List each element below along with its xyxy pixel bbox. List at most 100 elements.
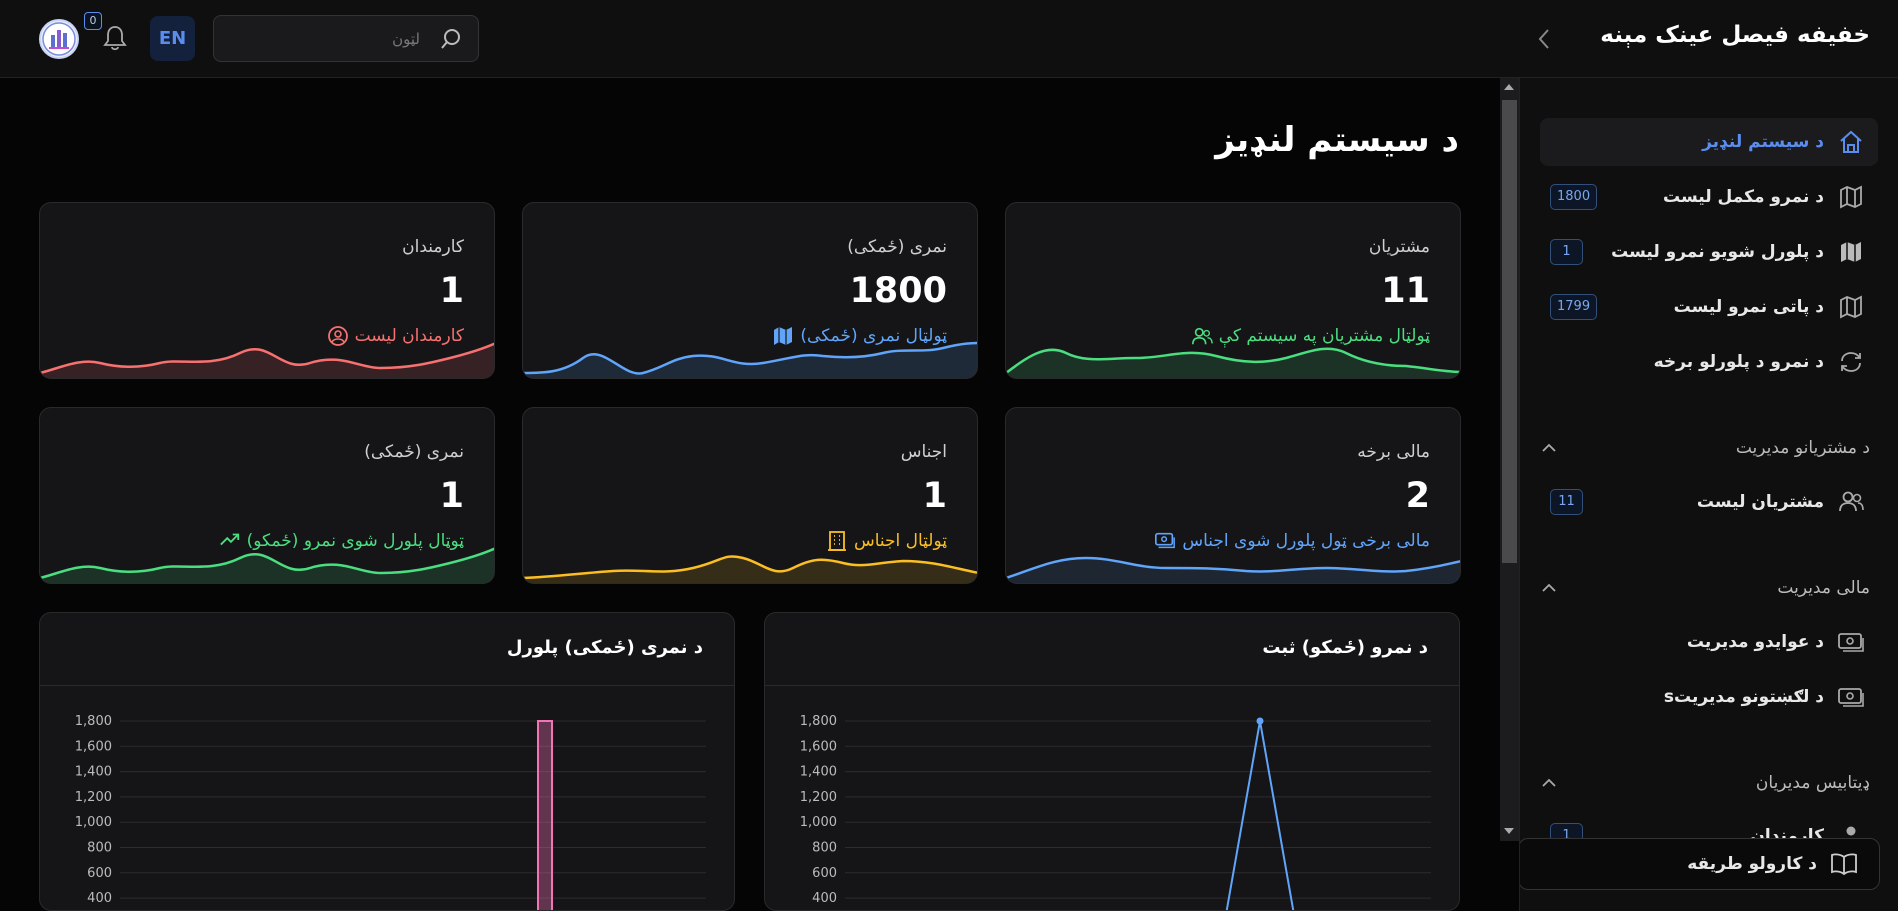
stat-card-plots[interactable]: نمری (ځمکی) 1800 ټولټال نمری (ځمکی) <box>522 202 978 379</box>
scroll-thumb[interactable] <box>1502 100 1517 563</box>
main-scrollbar[interactable] <box>1500 78 1519 841</box>
y-tick-label: 600 <box>87 866 112 881</box>
sidebar-item-remaining-plots[interactable]: د پاتی نمرو لیست 1799 <box>1540 283 1878 331</box>
stat-card-finance[interactable]: مالی برخه 2 مالی برخی ټول پلورل شوی اجنا… <box>1005 407 1461 584</box>
language-toggle-button[interactable]: EN <box>150 16 195 61</box>
chevron-up-icon <box>1542 443 1556 452</box>
sparkline <box>523 555 977 583</box>
sidebar-item-sell-plots[interactable]: د نمرو د پلورلو برخه <box>1540 338 1878 386</box>
chevron-up-icon <box>1542 583 1556 592</box>
bar <box>537 720 553 910</box>
section-title: د مشتریانو مدیریت <box>1735 438 1870 458</box>
series-line <box>1225 720 1295 910</box>
sparkline <box>40 342 494 378</box>
map-filled-icon <box>1836 237 1866 267</box>
search-icon <box>441 29 460 49</box>
sidebar-item-customers[interactable]: مشتریان لیست 11 <box>1540 478 1878 526</box>
money-icon <box>1836 682 1866 712</box>
count-badge: 11 <box>1550 489 1583 515</box>
y-tick-label: 1,800 <box>800 714 837 729</box>
sidebar-item-expenses[interactable]: د لګښتونو مدیریتs <box>1540 673 1878 721</box>
chart-panel-plot-sales: د نمری (ځمکی) پلورل 1,800 1,600 1,400 1,200… <box>39 612 735 911</box>
count-badge: 1800 <box>1550 184 1598 210</box>
card-value: 1 <box>439 271 464 311</box>
panel-title: د نمری (ځمکی) پلورل <box>506 637 703 658</box>
sidebar: د سیستم لنډیز د نمرو مکمل لیست 1800 د پل… <box>1519 78 1898 911</box>
sidebar-item-label: د سیستم لنډیز <box>1702 132 1824 152</box>
bar-chart: 1,800 1,600 1,400 1,200 1,000 800 600 400 <box>75 714 706 910</box>
y-tick-label: 1,800 <box>75 714 112 729</box>
sidebar-item-all-plots[interactable]: د نمرو مکمل لیست 1800 <box>1540 173 1878 221</box>
top-bar: خفیفه فیصل عینک مېنه EN 0 <box>0 0 1898 78</box>
card-title: نمری (ځمکی) <box>847 237 947 257</box>
chart-panel-plot-registration: د نمرو (ځمکو) ثبت 1,800 1,600 1,400 1,200 1,… <box>764 612 1460 911</box>
section-finance-toggle[interactable]: مالی مدیریت <box>1540 573 1870 603</box>
notification-count-badge: 0 <box>84 12 102 30</box>
sparkline <box>523 341 977 378</box>
y-tick-label: 1,600 <box>800 739 837 754</box>
stat-card-goods[interactable]: اجناس 1 ټولټال اجناس <box>522 407 978 584</box>
card-title: مشتریان <box>1368 237 1430 257</box>
sidebar-item-income[interactable]: د عوایدو مدیریت <box>1540 618 1878 666</box>
data-point <box>1256 717 1264 725</box>
card-value: 1 <box>922 476 947 516</box>
search-input[interactable] <box>224 24 420 54</box>
search-box[interactable] <box>213 15 479 62</box>
y-tick-label: 400 <box>812 891 837 906</box>
sparkline <box>40 547 494 583</box>
user-guide-label: د کارولو طریقه <box>1687 854 1817 874</box>
sidebar-item-label: د عوایدو مدیریت <box>1686 632 1824 652</box>
y-tick-label: 1,200 <box>800 790 837 805</box>
y-tick-label: 1,200 <box>75 790 112 805</box>
logo-icon <box>42 22 76 56</box>
chevron-left-icon[interactable] <box>1533 26 1555 52</box>
y-tick-label: 1,600 <box>75 739 112 754</box>
sidebar-item-dashboard[interactable]: د سیستم لنډیز <box>1540 118 1878 166</box>
panel-title: د نمرو (ځمکو) ثبت <box>1262 637 1428 658</box>
sparkline <box>1006 347 1460 378</box>
y-tick-label: 400 <box>87 891 112 906</box>
stat-card-employees[interactable]: کارمندان 1 کارمندان لیست <box>39 202 495 379</box>
count-badge: 1 <box>1550 239 1583 265</box>
y-tick-label: 1,400 <box>800 765 837 780</box>
card-value: 1 <box>439 476 464 516</box>
stat-card-customers[interactable]: مشتریان 11 ټولټال مشتریان په سیستم کې <box>1005 202 1461 379</box>
y-tick-label: 1,400 <box>75 765 112 780</box>
bell-icon[interactable] <box>102 24 128 52</box>
users-icon <box>1836 487 1866 517</box>
line-chart: 1,800 1,600 1,400 1,200 1,000 800 600 400 <box>800 714 1431 910</box>
refresh-icon <box>1836 347 1866 377</box>
sidebar-item-label: د نمرو د پلورلو برخه <box>1653 352 1824 372</box>
page-title: د سیستم لنډیز <box>1215 120 1459 160</box>
scroll-down-arrow[interactable] <box>1504 828 1514 834</box>
avatar[interactable] <box>39 19 79 59</box>
book-open-icon <box>1829 849 1859 879</box>
card-title: اجناس <box>900 442 947 462</box>
card-title: کارمندان <box>402 237 464 257</box>
count-badge: 1799 <box>1550 294 1598 320</box>
y-tick-label: 600 <box>812 866 837 881</box>
sidebar-item-sold-plots[interactable]: د پلورل شویو نمرو لیست 1 <box>1540 228 1878 276</box>
card-value: 2 <box>1405 476 1430 516</box>
sidebar-item-label: د لګښتونو مدیریتs <box>1663 687 1824 707</box>
y-tick-label: 800 <box>87 841 112 856</box>
stat-card-sold-plots[interactable]: نمری (ځمکی) 1 ټوټال پلورل شوی نمرو (ځمکو… <box>39 407 495 584</box>
divider <box>40 685 734 686</box>
chevron-up-icon <box>1542 778 1556 787</box>
y-tick-label: 800 <box>812 841 837 856</box>
user-guide-button[interactable]: د کارولو طریقه <box>1520 838 1880 890</box>
section-title: مالی مدیریت <box>1777 578 1870 598</box>
divider <box>765 685 1459 686</box>
map-icon <box>1836 292 1866 322</box>
map-icon <box>1836 182 1866 212</box>
section-title: ډیتابیس مدیریان <box>1755 773 1870 793</box>
scroll-up-arrow[interactable] <box>1504 84 1514 90</box>
section-database-toggle[interactable]: ډیتابیس مدیریان <box>1540 768 1870 798</box>
sparkline <box>1006 556 1460 583</box>
y-tick-label: 1,000 <box>800 815 837 830</box>
y-tick-label: 1,000 <box>75 815 112 830</box>
section-customers-toggle[interactable]: د مشتریانو مدیریت <box>1540 433 1870 463</box>
card-value: 1800 <box>849 271 947 311</box>
home-icon <box>1836 127 1866 157</box>
money-icon <box>1836 627 1866 657</box>
